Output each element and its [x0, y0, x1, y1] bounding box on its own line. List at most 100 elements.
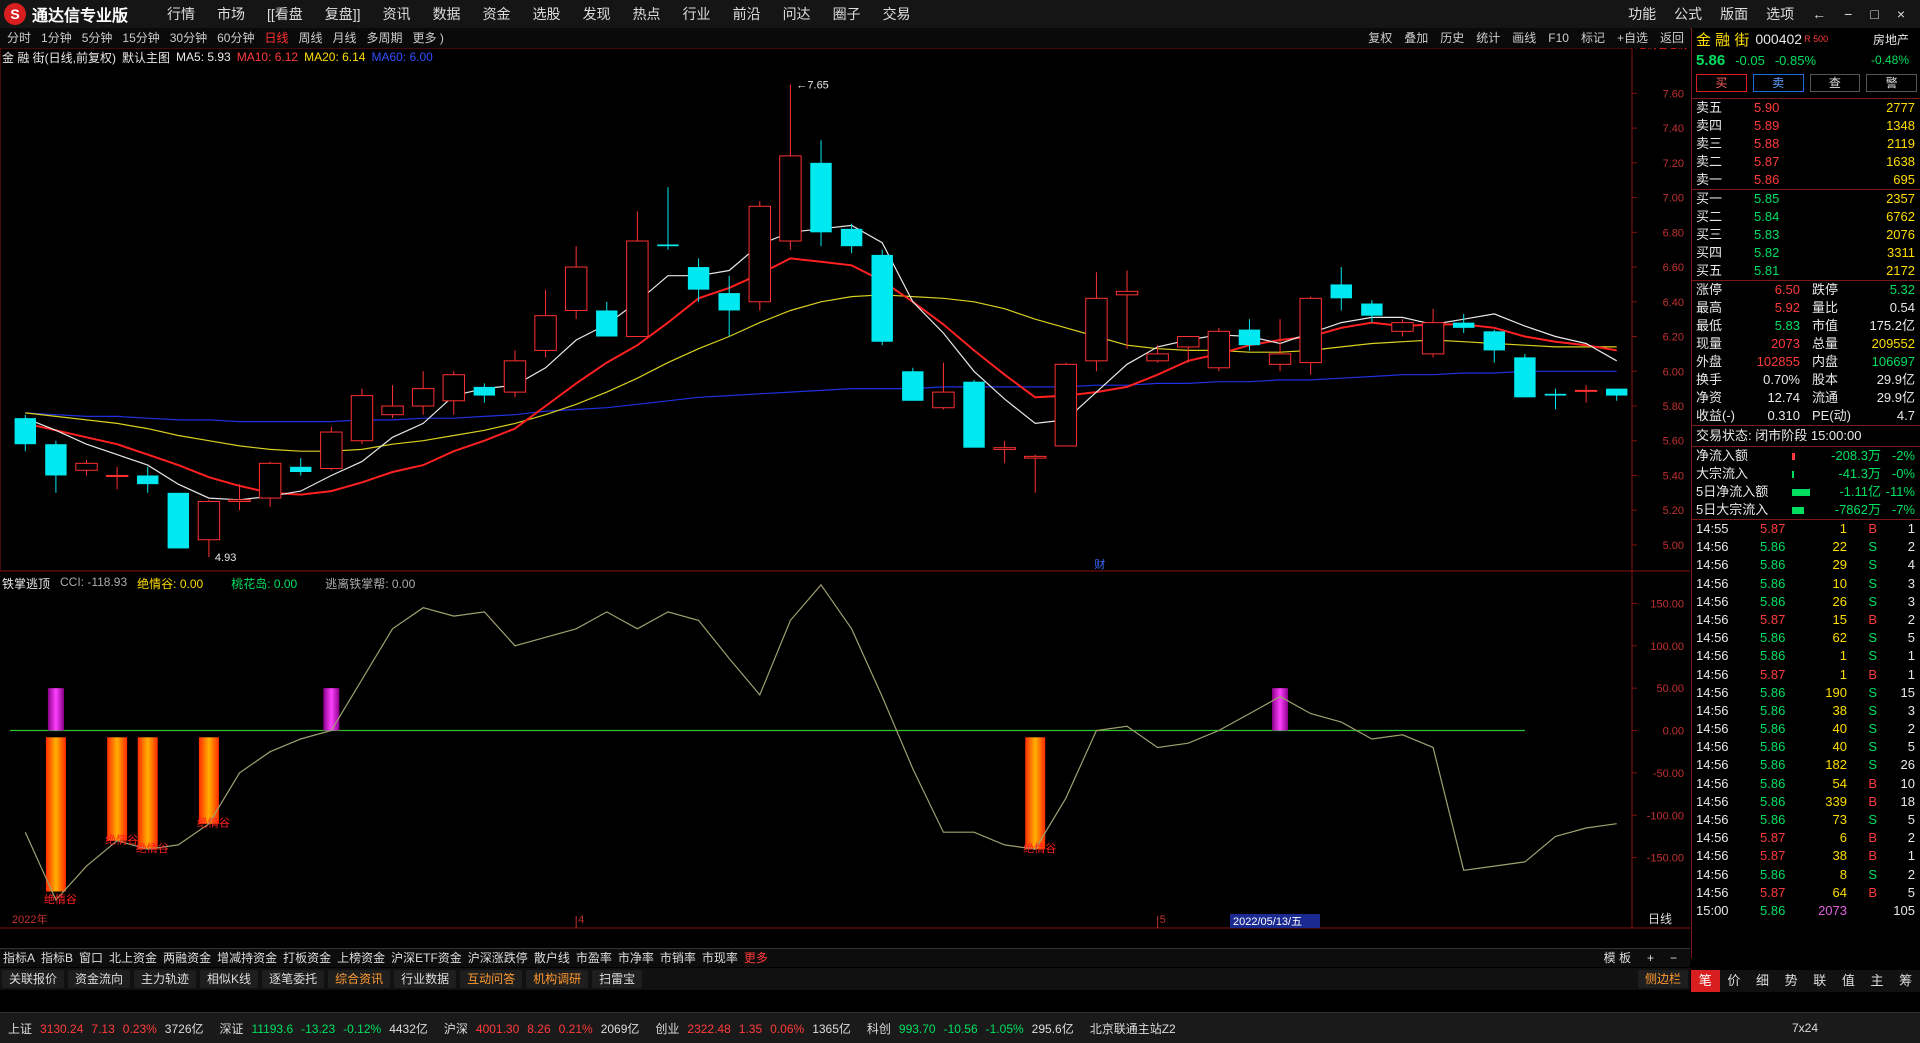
tool-4[interactable]: 画线: [1506, 28, 1542, 48]
index-kc[interactable]: 科创 993.70 -10.56 -1.05% 295.6亿: [867, 1020, 1082, 1037]
window-min-icon[interactable]: −: [1835, 0, 1861, 28]
index-sz[interactable]: 深证 11193.6 -13.23 -0.12% 4432亿: [220, 1020, 436, 1037]
tool-3[interactable]: 统计: [1470, 28, 1506, 48]
menu-item-1[interactable]: 市场: [206, 0, 256, 28]
function-tab-1[interactable]: 资金流向: [68, 970, 131, 988]
window-max-icon[interactable]: □: [1861, 0, 1887, 28]
period-tab-0[interactable]: 分时: [2, 28, 36, 48]
quote-button-1[interactable]: 卖: [1752, 74, 1804, 92]
indicator-tab-6[interactable]: 打板资金: [280, 949, 334, 967]
window-back-icon[interactable]: ←: [1803, 0, 1835, 28]
index-cy[interactable]: 创业 2322.48 1.35 0.06% 1365亿: [655, 1020, 859, 1037]
tool-8[interactable]: 返回: [1654, 28, 1690, 48]
template-control-1[interactable]: +: [1644, 949, 1657, 967]
sidebar-button[interactable]: 侧边栏: [1637, 970, 1688, 988]
menu-item-5[interactable]: 数据: [422, 0, 472, 28]
quote-button-3[interactable]: 警: [1866, 74, 1917, 92]
template-control-2[interactable]: −: [1667, 949, 1680, 967]
period-tab-5[interactable]: 60分钟: [212, 28, 259, 48]
quote-tab-5[interactable]: 值: [1834, 970, 1863, 992]
sells-row[interactable]: 卖三 5.88 2119: [1692, 135, 1920, 153]
period-tab-2[interactable]: 5分钟: [77, 28, 118, 48]
period-tab-6[interactable]: 日线: [259, 28, 293, 48]
indicator-tab-7[interactable]: 上榜资金: [334, 949, 388, 967]
function-tab-9[interactable]: 扫雷宝: [592, 970, 643, 988]
menu-item-9[interactable]: 热点: [622, 0, 672, 28]
index-sh[interactable]: 上证 3130.24 7.13 0.23% 3726亿: [8, 1020, 212, 1037]
menu-item-12[interactable]: 问达: [772, 0, 822, 28]
tool-5[interactable]: F10: [1542, 28, 1575, 48]
sells-row[interactable]: 卖一 5.86 695: [1692, 171, 1920, 189]
period-tab-8[interactable]: 月线: [328, 28, 362, 48]
period-tab-4[interactable]: 30分钟: [165, 28, 212, 48]
tool-6[interactable]: 标记: [1575, 28, 1611, 48]
indicator-tab-0[interactable]: 指标A: [0, 949, 38, 967]
server-name[interactable]: 北京联通主站Z2: [1090, 1020, 1176, 1037]
period-tab-1[interactable]: 1分钟: [36, 28, 77, 48]
index-hs[interactable]: 沪深 4001.30 8.26 0.21% 2069亿: [444, 1020, 648, 1037]
right-menu-item-0[interactable]: 功能: [1619, 0, 1665, 28]
window-close-icon[interactable]: ×: [1888, 0, 1914, 28]
period-tab-7[interactable]: 周线: [293, 28, 327, 48]
quote-tab-1[interactable]: 价: [1720, 970, 1749, 992]
function-tab-4[interactable]: 逐笔委托: [262, 970, 325, 988]
quote-tab-4[interactable]: 联: [1806, 970, 1835, 992]
buys-row[interactable]: 买四 5.82 3311: [1692, 244, 1920, 262]
quote-button-2[interactable]: 查: [1809, 74, 1861, 92]
indicator-tab-8[interactable]: 沪深ETF资金: [388, 949, 465, 967]
function-tab-6[interactable]: 行业数据: [394, 970, 457, 988]
indicator-tab-15[interactable]: 更多: [741, 949, 771, 967]
indicator-tab-11[interactable]: 市盈率: [573, 949, 615, 967]
menu-item-13[interactable]: 圈子: [822, 0, 872, 28]
quote-tab-6[interactable]: 主: [1863, 970, 1892, 992]
indicator-tab-10[interactable]: 散户线: [531, 949, 573, 967]
buys-row[interactable]: 买二 5.84 6762: [1692, 208, 1920, 226]
indicator-tab-3[interactable]: 北上资金: [106, 949, 160, 967]
tick-list[interactable]: 14:55 5.87 1 B 1 14:56 5.86 22 S 2 14:56 5.86 29 S 4 14…: [1692, 519, 1920, 920]
indicator-tab-12[interactable]: 市净率: [615, 949, 657, 967]
menu-item-0[interactable]: 行情: [156, 0, 206, 28]
period-tab-10[interactable]: 更多 ): [408, 28, 449, 48]
indicator-tab-1[interactable]: 指标B: [38, 949, 76, 967]
function-tab-8[interactable]: 机构调研: [526, 970, 589, 988]
menu-item-6[interactable]: 资金: [472, 0, 522, 28]
sector-name[interactable]: 房地产: [1873, 31, 1909, 48]
template-control-0[interactable]: 模 板: [1601, 949, 1634, 967]
indicator-tab-2[interactable]: 窗口: [76, 949, 106, 967]
function-tab-7[interactable]: 互动问答: [460, 970, 523, 988]
function-tab-0[interactable]: 关联报价: [2, 970, 65, 988]
legend-indicator-name[interactable]: 铁掌逃顶: [2, 575, 50, 592]
tool-7[interactable]: +自选: [1611, 28, 1654, 48]
menu-item-7[interactable]: 选股: [522, 0, 572, 28]
kline-chart[interactable]: 7.60 7.40 7.20 7.00 6.80 6.60 6.40 6.20 6.00 5.80…: [0, 48, 1690, 948]
indicator-tab-9[interactable]: 沪深涨跌停: [465, 949, 531, 967]
menu-item-8[interactable]: 发现: [572, 0, 622, 28]
sells-row[interactable]: 卖二 5.87 1638: [1692, 153, 1920, 171]
buys-row[interactable]: 买一 5.85 2357: [1692, 190, 1920, 208]
tool-2[interactable]: 历史: [1434, 28, 1470, 48]
buys-row[interactable]: 买五 5.81 2172: [1692, 262, 1920, 280]
indicator-tab-13[interactable]: 市销率: [657, 949, 699, 967]
menu-item-4[interactable]: 资讯: [372, 0, 422, 28]
function-tab-2[interactable]: 主力轨迹: [134, 970, 197, 988]
right-menu-item-1[interactable]: 公式: [1665, 0, 1711, 28]
buys-row[interactable]: 买三 5.83 2076: [1692, 226, 1920, 244]
sells-row[interactable]: 卖四 5.89 1348: [1692, 117, 1920, 135]
right-menu-item-3[interactable]: 选项: [1757, 0, 1803, 28]
menu-item-10[interactable]: 行业: [672, 0, 722, 28]
function-tab-3[interactable]: 相似K线: [200, 970, 259, 988]
quote-tab-2[interactable]: 细: [1748, 970, 1777, 992]
tool-1[interactable]: 叠加: [1398, 28, 1434, 48]
menu-item-11[interactable]: 前沿: [722, 0, 772, 28]
sells-row[interactable]: 卖五 5.90 2777: [1692, 99, 1920, 117]
period-tab-9[interactable]: 多周期: [362, 28, 408, 48]
period-tab-3[interactable]: 15分钟: [117, 28, 164, 48]
quote-tab-3[interactable]: 势: [1777, 970, 1806, 992]
quote-tab-0[interactable]: 笔: [1691, 970, 1720, 992]
indicator-tab-5[interactable]: 增减持资金: [214, 949, 280, 967]
function-tab-5[interactable]: 综合资讯: [328, 970, 391, 988]
menu-item-2[interactable]: [[看盘: [256, 0, 314, 28]
indicator-tab-14[interactable]: 市现率: [699, 949, 741, 967]
tool-0[interactable]: 复权: [1362, 28, 1398, 48]
quote-tab-7[interactable]: 筹: [1891, 970, 1920, 992]
